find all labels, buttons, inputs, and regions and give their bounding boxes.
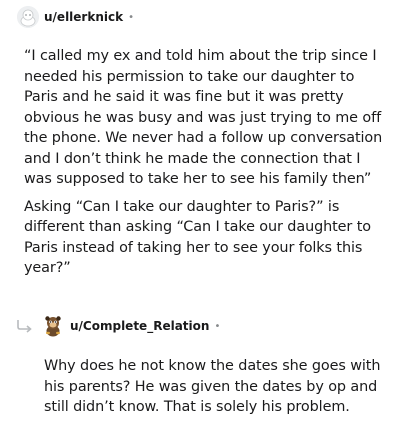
reply-arrow-icon (17, 320, 32, 333)
username[interactable]: u/Complete_Relation (70, 319, 209, 333)
username[interactable]: u/ellerknick (44, 10, 123, 24)
comment-body: “I called my ex and told him about the t… (24, 46, 384, 279)
comment-paragraph: “I called my ex and told him about the t… (24, 48, 383, 187)
snoo-avatar-icon[interactable] (41, 314, 65, 338)
separator-dot: • (214, 320, 221, 332)
comment-paragraph: Why does he not know the dates she goes … (44, 358, 381, 415)
reply-header: u/Complete_Relation • (15, 314, 220, 338)
snoo-avatar-icon[interactable] (17, 6, 39, 28)
comment-header: u/ellerknick • (17, 5, 134, 29)
reply-body: Why does he not know the dates she goes … (44, 356, 384, 418)
separator-dot: • (128, 11, 134, 23)
comment-paragraph: Asking “Can I take our daughter to Paris… (24, 198, 371, 277)
